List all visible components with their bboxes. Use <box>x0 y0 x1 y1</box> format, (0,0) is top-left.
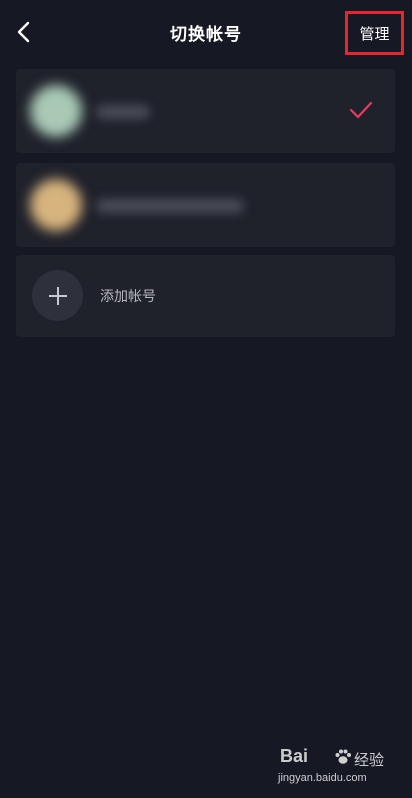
avatar <box>30 179 82 231</box>
add-account-button[interactable]: 添加帐号 <box>16 255 395 337</box>
watermark-url: jingyan.baidu.com <box>278 772 367 784</box>
check-icon <box>349 101 373 119</box>
account-name-blurred <box>96 199 244 213</box>
account-item[interactable] <box>16 163 395 247</box>
paw-icon <box>335 749 351 764</box>
baidu-jingyan-watermark: Bai 经验 jingyan.baidu.com <box>278 746 398 790</box>
watermark-jingyan: 经验 <box>354 751 385 769</box>
top-bar: 切换帐号 管理 <box>0 0 412 66</box>
account-item-current[interactable] <box>16 69 395 153</box>
plus-icon <box>48 286 67 305</box>
watermark-brand: Bai <box>280 746 309 766</box>
avatar <box>30 85 82 137</box>
add-account-circle <box>32 270 83 321</box>
account-name-blurred <box>96 105 150 119</box>
manage-button[interactable]: 管理 <box>345 11 404 55</box>
add-account-label: 添加帐号 <box>100 289 156 305</box>
